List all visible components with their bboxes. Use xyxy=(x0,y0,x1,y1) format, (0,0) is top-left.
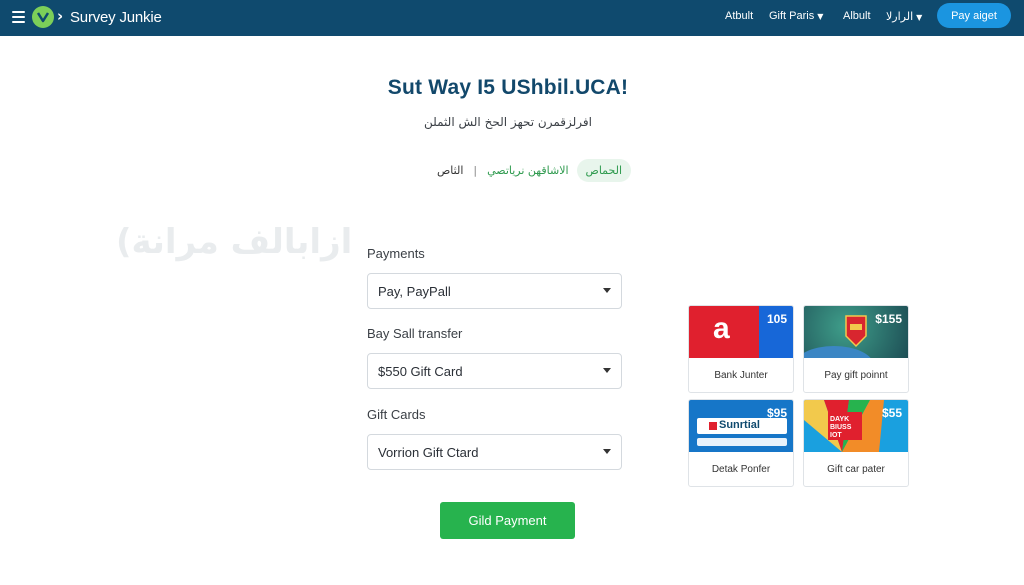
card-caption: Bank Junter xyxy=(714,369,768,381)
gift-cards-select-value: Vorrion Gift Ctard xyxy=(378,444,479,460)
page-subtitle: افرلزقمرن تحهز الحخ الش الثملن xyxy=(424,115,592,129)
tab-2[interactable]: الاشاقهن نرياتصي xyxy=(487,164,568,177)
chevron-down-icon: ▼ xyxy=(916,13,923,22)
payments-select-value: Pay, PayPall xyxy=(378,283,451,299)
watermark-text: (ازابالف مرانة xyxy=(116,222,353,262)
tab-3-active[interactable]: الحماص xyxy=(576,158,632,182)
tab-bar: الثاص | الاشاقهن نرياتصي الحماص xyxy=(437,157,632,183)
menu-icon[interactable] xyxy=(12,8,26,26)
card-price: $155 xyxy=(875,312,902,326)
card-price: 105 xyxy=(766,312,787,326)
submit-payment-button[interactable]: Gild Payment xyxy=(440,502,575,539)
dropdown-arrow-icon xyxy=(603,368,611,373)
nav-link-label: Albult xyxy=(843,10,871,22)
card-price: $55 xyxy=(881,406,902,420)
gift-card-image: $155 xyxy=(804,306,908,358)
chevron-down-icon: ▼ xyxy=(817,12,824,21)
card-art-text: DAYK BIUSS IOT xyxy=(830,416,852,439)
transfer-select[interactable]: $550 Gift Card xyxy=(367,353,622,389)
pay-button[interactable]: Pay aiget xyxy=(937,3,1011,28)
card-price: $95 xyxy=(766,406,787,420)
gift-cards-label: Gift Cards xyxy=(367,407,426,422)
card-caption: Detak Ponfer xyxy=(711,463,771,475)
transfer-label: Bay Sall transfer xyxy=(367,326,463,341)
card-brand: Sunrtial xyxy=(719,419,760,431)
card-caption: Pay gift poinnt xyxy=(824,369,888,381)
nav-link-label: الرارلا xyxy=(886,11,914,23)
tab-1[interactable]: الثاص xyxy=(437,164,463,177)
payments-select[interactable]: Pay, PayPall xyxy=(367,273,622,309)
gift-card[interactable]: Sunrtial $95 Detak Ponfer xyxy=(688,399,794,487)
logo-icon[interactable] xyxy=(32,6,54,28)
transfer-select-value: $550 Gift Card xyxy=(378,363,463,379)
nav-link-about-2[interactable]: Albult xyxy=(843,10,871,22)
nav-link-gift-cards[interactable]: Gift Paris ▼ xyxy=(769,10,823,22)
dropdown-arrow-icon xyxy=(603,449,611,454)
nav-link-about[interactable]: Atbult xyxy=(725,10,753,22)
gift-card[interactable]: DAYK BIUSS IOT $55 Gift car pater xyxy=(803,399,909,487)
nav-link-language[interactable]: الرارلا ▼ xyxy=(886,10,922,23)
gift-card-image: a 105 xyxy=(689,306,793,358)
logo-text[interactable]: Survey Junkie xyxy=(70,9,162,26)
dropdown-arrow-icon xyxy=(603,288,611,293)
page-title: Sut Way I5 UShbil.UCA! xyxy=(387,76,629,99)
gift-card[interactable]: a 105 Bank Junter xyxy=(688,305,794,393)
card-caption: Gift car pater xyxy=(827,463,885,475)
gift-card-image: Sunrtial $95 xyxy=(689,400,793,452)
logo-chevron-icon: › xyxy=(57,7,64,25)
nav-link-label: Gift Paris xyxy=(769,10,815,22)
payments-label: Payments xyxy=(367,246,425,261)
tab-divider: | xyxy=(473,163,478,177)
gift-card[interactable]: $155 Pay gift poinnt xyxy=(803,305,909,393)
top-navbar: › Survey Junkie Atbult Gift Paris ▼ Albul… xyxy=(0,0,1024,36)
gift-card-image: DAYK BIUSS IOT $55 xyxy=(804,400,908,452)
card-letter: a xyxy=(713,312,730,345)
nav-link-label: Atbult xyxy=(725,10,754,22)
gift-cards-select[interactable]: Vorrion Gift Ctard xyxy=(367,434,622,470)
